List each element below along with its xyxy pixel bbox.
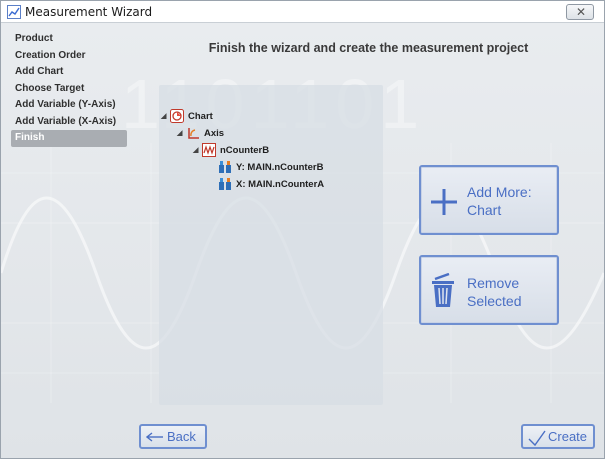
- plus-icon: [431, 189, 457, 215]
- create-label: Create: [548, 429, 588, 444]
- sidebar-item-choose-target[interactable]: Choose Target: [11, 81, 127, 98]
- arrow-left-icon: [146, 432, 163, 442]
- measurement-wizard-window: Measurement Wizard ✕ 1101101 Product Cre…: [0, 0, 605, 459]
- sidebar-item-product[interactable]: Product: [11, 31, 127, 48]
- tree-node-label: Chart: [188, 110, 213, 122]
- sidebar-item-add-chart[interactable]: Add Chart: [11, 64, 127, 81]
- axis-node-icon: [188, 128, 199, 139]
- tree-node-label: nCounterB: [220, 144, 270, 156]
- add-more-chart-button[interactable]: Add More: Chart: [419, 165, 559, 235]
- expand-triangle-icon[interactable]: ◢: [177, 129, 186, 137]
- close-icon: ✕: [576, 5, 587, 19]
- close-button[interactable]: ✕: [566, 4, 594, 20]
- tree-node-ncounterb[interactable]: ◢ nCounterB: [193, 142, 269, 158]
- tree-node-y-variable[interactable]: Y: MAIN.nCounterB: [218, 159, 323, 175]
- create-button[interactable]: Create: [521, 424, 595, 449]
- remove-selected-button[interactable]: Remove Selected: [419, 255, 559, 325]
- back-button[interactable]: Back: [139, 424, 207, 449]
- sidebar-item-creation-order[interactable]: Creation Order: [11, 48, 127, 65]
- sidebar-item-finish[interactable]: Finish: [11, 130, 127, 147]
- remove-label-line2: Selected: [467, 293, 522, 309]
- expand-triangle-icon[interactable]: ◢: [193, 146, 202, 154]
- sidebar-item-add-variable-x[interactable]: Add Variable (X-Axis): [11, 114, 127, 131]
- window-title: Measurement Wizard: [25, 5, 153, 19]
- tree-node-axis[interactable]: ◢ Axis: [177, 125, 224, 141]
- wizard-chart-icon: [7, 5, 21, 19]
- project-tree-panel: ◢ Chart ◢ Axis ◢ nCounterB Y: MAIN.nCoun…: [159, 85, 383, 405]
- tree-node-chart[interactable]: ◢ Chart: [161, 108, 213, 124]
- checkmark-icon: [528, 430, 546, 447]
- title-bar: Measurement Wizard ✕: [1, 1, 604, 23]
- add-more-label-line2: Chart: [467, 202, 502, 218]
- expand-triangle-icon[interactable]: ◢: [161, 112, 170, 120]
- tree-node-label: Axis: [204, 127, 225, 139]
- trash-icon: [432, 273, 454, 307]
- variable-icon: [219, 161, 231, 173]
- tree-node-label: Y: MAIN.nCounterB: [236, 161, 324, 173]
- tree-node-label: X: MAIN.nCounterA: [236, 178, 325, 190]
- back-label: Back: [167, 429, 196, 444]
- wizard-steps-sidebar: Product Creation Order Add Chart Choose …: [11, 31, 127, 147]
- tree-node-x-variable[interactable]: X: MAIN.nCounterA: [218, 176, 324, 192]
- signal-node-icon: [202, 143, 216, 157]
- chart-node-icon: [170, 109, 184, 123]
- variable-icon: [219, 178, 231, 190]
- add-more-label-line1: Add More:: [467, 184, 532, 200]
- remove-label-line1: Remove: [467, 275, 520, 291]
- page-title: Finish the wizard and create the measure…: [208, 41, 529, 55]
- wizard-content: 1101101 Product Creation Order Add Chart…: [1, 23, 604, 458]
- sidebar-item-add-variable-y[interactable]: Add Variable (Y-Axis): [11, 97, 127, 114]
